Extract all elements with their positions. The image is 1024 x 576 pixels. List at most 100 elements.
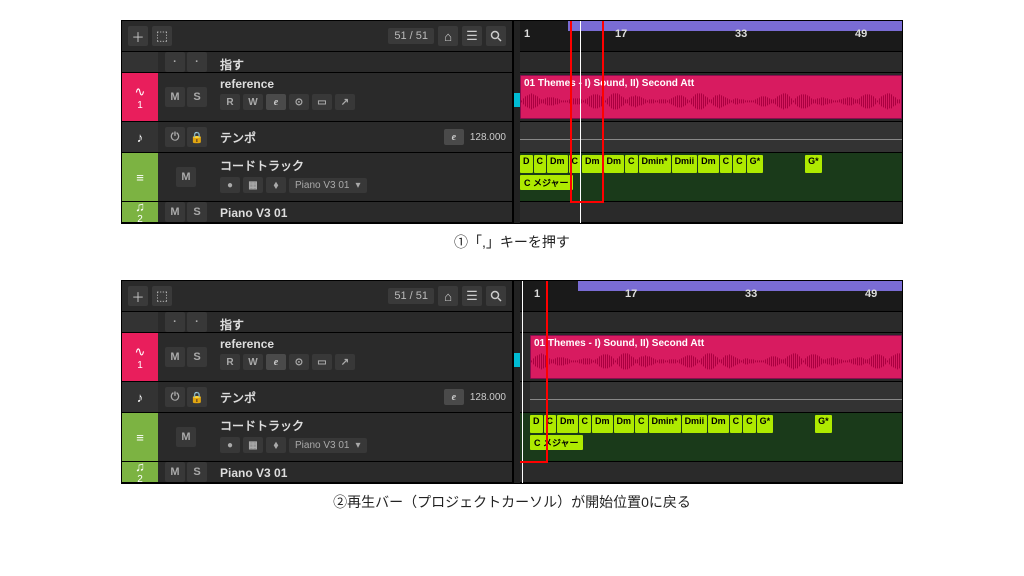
play-cursor[interactable] xyxy=(522,281,523,483)
folder-button[interactable]: ⬚ xyxy=(152,286,172,306)
chord-event[interactable]: Dmii xyxy=(682,415,708,433)
lane-reference[interactable]: 01 Themes - I) Sound, II) Second Att xyxy=(520,73,902,122)
eq-button[interactable]: ▭ xyxy=(312,94,332,110)
wave-icon: ∿ xyxy=(135,84,146,100)
record-button[interactable]: ● xyxy=(220,177,240,193)
track-row[interactable]: ·· 指す xyxy=(122,312,512,333)
note-icon: ♪ xyxy=(137,130,144,145)
read-button[interactable]: R xyxy=(220,94,240,110)
chord-event[interactable]: C xyxy=(635,415,648,433)
track-row[interactable]: ·· 指す xyxy=(122,52,512,73)
ruler[interactable]: 1 17 33 49 xyxy=(520,21,902,52)
track-header[interactable]: ≡ xyxy=(122,153,158,201)
track-counter: 51 / 51 xyxy=(388,28,434,44)
solo-button[interactable]: · xyxy=(187,52,207,72)
track-row-piano[interactable]: ♫2 MS Piano V3 01 xyxy=(122,202,512,223)
chord-event[interactable]: C xyxy=(733,155,746,173)
tempo-clip[interactable] xyxy=(520,122,902,152)
chord-event[interactable]: D xyxy=(520,155,533,173)
chord-event[interactable]: Dmin* xyxy=(649,415,681,433)
solo-button[interactable]: S xyxy=(187,202,207,222)
arrange-area[interactable]: 1 17 33 49 01 Themes - I) Sound, II) Sec… xyxy=(520,281,902,483)
list-icon[interactable]: ☰ xyxy=(462,286,482,306)
track-row-piano[interactable]: ♫2 MS Piano V3 01 xyxy=(122,462,512,483)
chord-event[interactable]: C xyxy=(720,155,733,173)
send-button[interactable]: ↗ xyxy=(335,94,355,110)
chord-event[interactable]: Dmii xyxy=(672,155,698,173)
lane[interactable] xyxy=(520,52,902,73)
mute-button[interactable]: M xyxy=(176,167,196,187)
track-header[interactable]: ∿1 xyxy=(122,73,158,121)
bar-marker: 17 xyxy=(615,28,627,40)
write-button[interactable]: W xyxy=(243,94,263,110)
lane-piano[interactable] xyxy=(520,202,902,223)
chord-event[interactable]: C xyxy=(730,415,743,433)
chord-event[interactable]: Dm xyxy=(708,415,729,433)
lane-reference[interactable]: 01 Themes - I) Sound, II) Second Att xyxy=(520,333,902,382)
chord-event[interactable]: Dm xyxy=(698,155,719,173)
chord-row: DCDmCDmDmCDmin*DmiiDmCCG*G* xyxy=(520,155,902,173)
add-track-button[interactable]: ＋ xyxy=(128,286,148,306)
track-row-tempo[interactable]: ♪ ⏻🔒 テンポ e 128.000 xyxy=(122,122,512,153)
track-row-chord[interactable]: ≡ M コードトラック ● ▦ ⬧ Piano V3 01▾ xyxy=(122,153,512,202)
chord-event[interactable]: C xyxy=(579,415,592,433)
scale-label[interactable]: C メジャー xyxy=(520,175,573,190)
chord-event[interactable]: G* xyxy=(815,415,832,433)
list-icon[interactable]: ☰ xyxy=(462,26,482,46)
chord-event[interactable]: Dm xyxy=(614,415,635,433)
add-track-button[interactable]: ＋ xyxy=(128,26,148,46)
chord-event[interactable]: G* xyxy=(805,155,822,173)
search-icon xyxy=(490,290,502,302)
chord-event[interactable]: Dm xyxy=(592,415,613,433)
mute-button[interactable]: M xyxy=(165,347,185,367)
track-row-reference[interactable]: ∿1 MS reference R W e ⊙ ▭ ↗ xyxy=(122,73,512,122)
edit-button[interactable]: e xyxy=(444,129,464,145)
home-icon[interactable]: ⌂ xyxy=(438,26,458,46)
toolbar: ＋ ⬚ 51 / 51 ⌂ ☰ xyxy=(122,21,512,52)
instrument-select[interactable]: Piano V3 01▾ xyxy=(289,178,367,193)
folder-button[interactable]: ⬚ xyxy=(152,26,172,46)
audio-clip[interactable]: 01 Themes - I) Sound, II) Second Att xyxy=(520,75,902,119)
solo-button[interactable]: S xyxy=(187,347,207,367)
tempo-value[interactable]: 128.000 xyxy=(470,132,506,143)
chord-event[interactable]: G* xyxy=(747,155,764,173)
chord-event[interactable]: C xyxy=(743,415,756,433)
mute-button[interactable]: M xyxy=(165,87,185,107)
chord-event[interactable]: C xyxy=(534,155,547,173)
chord-event[interactable]: Dm xyxy=(604,155,625,173)
chord-event[interactable]: G* xyxy=(757,415,774,433)
scale-label[interactable]: C メジャー xyxy=(530,435,583,450)
track-row-reference[interactable]: ∿1 MS reference R W e ⊙ ▭ ↗ xyxy=(122,333,512,382)
track-row-tempo[interactable]: ♪ ⏻🔒 テンポ e 128.000 xyxy=(122,382,512,413)
mute-button[interactable]: M xyxy=(165,202,185,222)
lock-button[interactable]: 🔒 xyxy=(187,127,207,147)
lane-tempo[interactable] xyxy=(520,382,902,413)
chord-event[interactable]: C xyxy=(625,155,638,173)
mute-button[interactable]: · xyxy=(165,52,185,72)
edit-button[interactable]: e xyxy=(266,94,286,110)
track-header[interactable]: ♪ xyxy=(122,122,158,152)
arrange-area[interactable]: 1 17 33 49 01 Themes - I) Sound, II) Sec… xyxy=(520,21,902,223)
play-cursor[interactable] xyxy=(580,21,581,223)
search-button[interactable] xyxy=(486,286,506,306)
chord-event[interactable]: D xyxy=(530,415,543,433)
chord-event[interactable]: C xyxy=(544,415,557,433)
power-button[interactable]: ⏻ xyxy=(165,127,185,147)
lane-tempo[interactable] xyxy=(520,122,902,153)
link-button[interactable]: ⬧ xyxy=(266,177,286,193)
grid-button[interactable]: ▦ xyxy=(243,177,263,193)
bar-marker: 49 xyxy=(855,28,867,40)
search-button[interactable] xyxy=(486,26,506,46)
chord-event[interactable]: Dm xyxy=(547,155,568,173)
insert-button[interactable]: ⊙ xyxy=(289,94,309,110)
ruler[interactable]: 1 17 33 49 xyxy=(520,281,902,312)
chord-event[interactable]: Dm xyxy=(582,155,603,173)
chord-event[interactable]: Dm xyxy=(557,415,578,433)
audio-clip[interactable]: 01 Themes - I) Sound, II) Second Att xyxy=(530,335,902,379)
track-row-chord[interactable]: ≡ M コードトラック ● ▦ ⬧ Piano V3 01▾ xyxy=(122,413,512,462)
chord-event[interactable]: Dmin* xyxy=(639,155,671,173)
home-icon[interactable]: ⌂ xyxy=(438,286,458,306)
lane-chord[interactable]: DCDmCDmDmCDmin*DmiiDmCCG*G* C メジャー xyxy=(520,413,902,462)
lane-chord[interactable]: DCDmCDmDmCDmin*DmiiDmCCG*G* C メジャー xyxy=(520,153,902,202)
solo-button[interactable]: S xyxy=(187,87,207,107)
